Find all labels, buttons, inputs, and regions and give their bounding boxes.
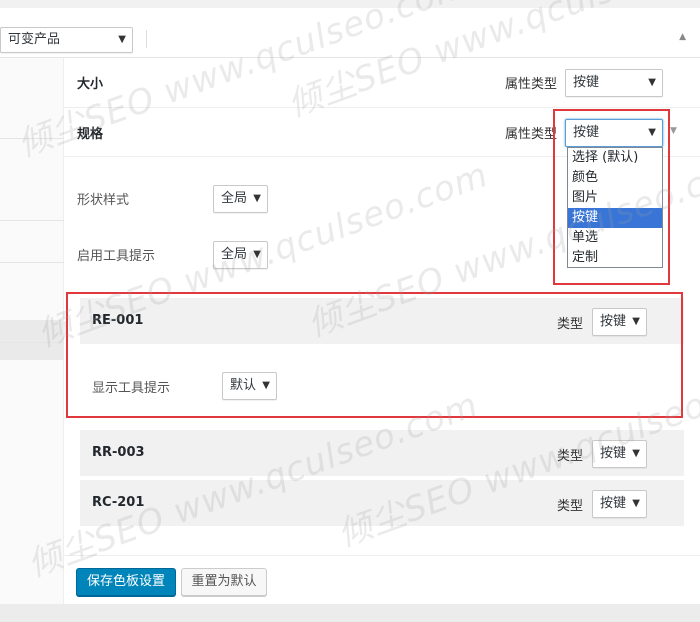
term-type-label: 类型 xyxy=(557,499,584,514)
attribute-type-value: 按键 xyxy=(573,75,600,90)
chevron-down-icon: ▼ xyxy=(632,498,640,509)
tab-divider xyxy=(0,220,64,221)
term-row: RR-003 类型 按键 ▼ xyxy=(80,430,684,476)
tooltip-setting-select[interactable]: 全局 ▼ xyxy=(213,241,268,269)
tooltip-setting-value: 全局 xyxy=(221,247,248,262)
tooltip-setting-label: 启用工具提示 xyxy=(77,249,156,264)
attribute-type-label: 属性类型 xyxy=(505,77,558,92)
highlight-box-dropdown xyxy=(553,109,670,285)
highlight-box-term xyxy=(66,292,683,418)
tab-divider xyxy=(0,138,64,139)
tab-divider xyxy=(0,342,64,343)
footer-divider xyxy=(64,555,700,556)
product-data-header: 可变产品 ▼ ▲ xyxy=(0,8,700,58)
save-swatches-button[interactable]: 保存色板设置 xyxy=(76,568,176,596)
term-type-value: 按键 xyxy=(600,496,627,511)
attribute-name: 大小 xyxy=(77,77,104,92)
product-type-select[interactable]: 可变产品 ▼ xyxy=(0,27,133,53)
term-type-value: 按键 xyxy=(600,446,627,461)
product-type-value: 可变产品 xyxy=(8,32,61,47)
term-type-label: 类型 xyxy=(557,449,584,464)
shape-style-select[interactable]: 全局 ▼ xyxy=(213,185,268,213)
term-name: RR-003 xyxy=(92,445,145,460)
term-row: RC-201 类型 按键 ▼ xyxy=(80,480,684,526)
row-divider xyxy=(64,107,700,108)
reset-defaults-button[interactable]: 重置为默认 xyxy=(181,568,267,596)
term-name: RC-201 xyxy=(92,495,145,510)
attribute-type-select[interactable]: 按键 ▼ xyxy=(565,69,663,97)
chevron-down-icon: ▼ xyxy=(118,34,126,45)
chevron-down-icon: ▼ xyxy=(632,448,640,459)
chevron-down-icon: ▼ xyxy=(253,193,261,204)
expand-arrow-icon[interactable]: ▼ xyxy=(670,126,677,136)
chevron-down-icon: ▼ xyxy=(253,249,261,260)
product-data-tabs xyxy=(0,58,64,604)
tab-divider xyxy=(0,262,64,263)
attribute-type-label: 属性类型 xyxy=(505,127,558,142)
shape-style-label: 形状样式 xyxy=(77,193,130,208)
shape-style-value: 全局 xyxy=(221,191,248,206)
tab-swatches[interactable] xyxy=(0,320,64,360)
chevron-down-icon: ▼ xyxy=(648,77,656,88)
term-type-select[interactable]: 按键 ▼ xyxy=(592,490,647,518)
header-divider xyxy=(146,30,147,48)
collapse-toggle-icon[interactable]: ▲ xyxy=(679,32,686,42)
term-type-select[interactable]: 按键 ▼ xyxy=(592,440,647,468)
attribute-name: 规格 xyxy=(77,127,104,142)
page-footer xyxy=(0,604,700,622)
